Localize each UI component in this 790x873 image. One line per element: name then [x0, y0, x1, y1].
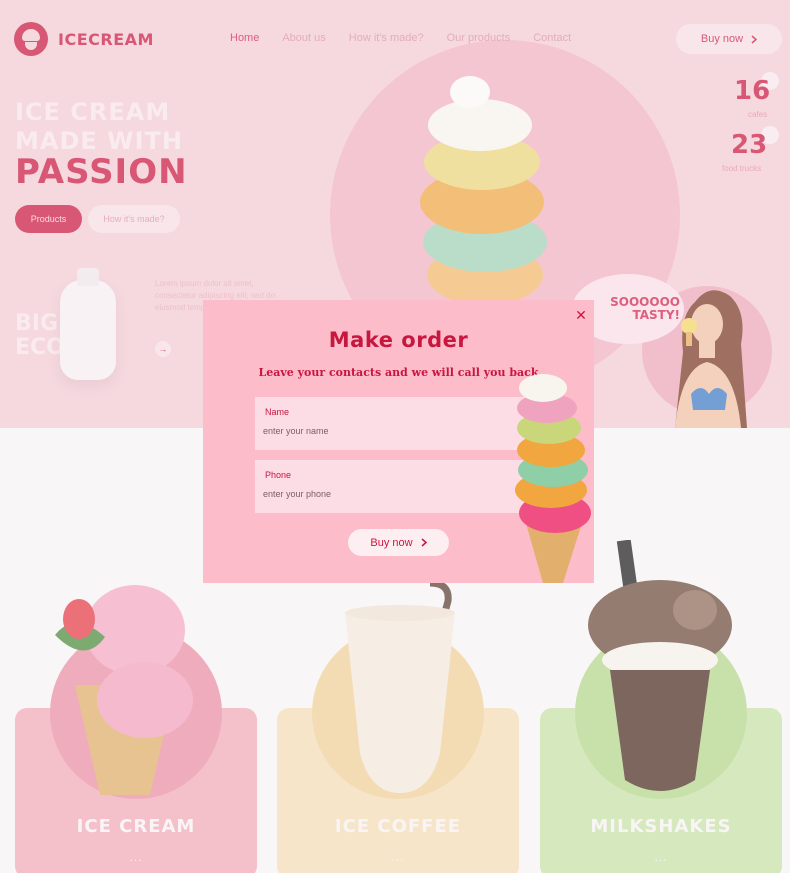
chevron-right-icon — [421, 538, 427, 547]
name-input[interactable] — [263, 423, 523, 439]
name-field-label: Name — [265, 407, 290, 417]
modal-buy-now-button[interactable]: Buy now — [348, 529, 449, 556]
make-order-modal: ✕ Make order Leave your contacts and we … — [203, 300, 594, 583]
rainbow-ice-cream-cone-image — [515, 374, 591, 583]
phone-field: Phone — [255, 460, 545, 513]
phone-input[interactable] — [263, 486, 523, 502]
close-icon[interactable]: ✕ — [573, 307, 589, 323]
modal-title: Make order — [328, 328, 469, 352]
phone-field-label: Phone — [265, 470, 292, 480]
modal-buy-now-label: Buy now — [370, 536, 413, 549]
name-field: Name — [255, 397, 545, 450]
